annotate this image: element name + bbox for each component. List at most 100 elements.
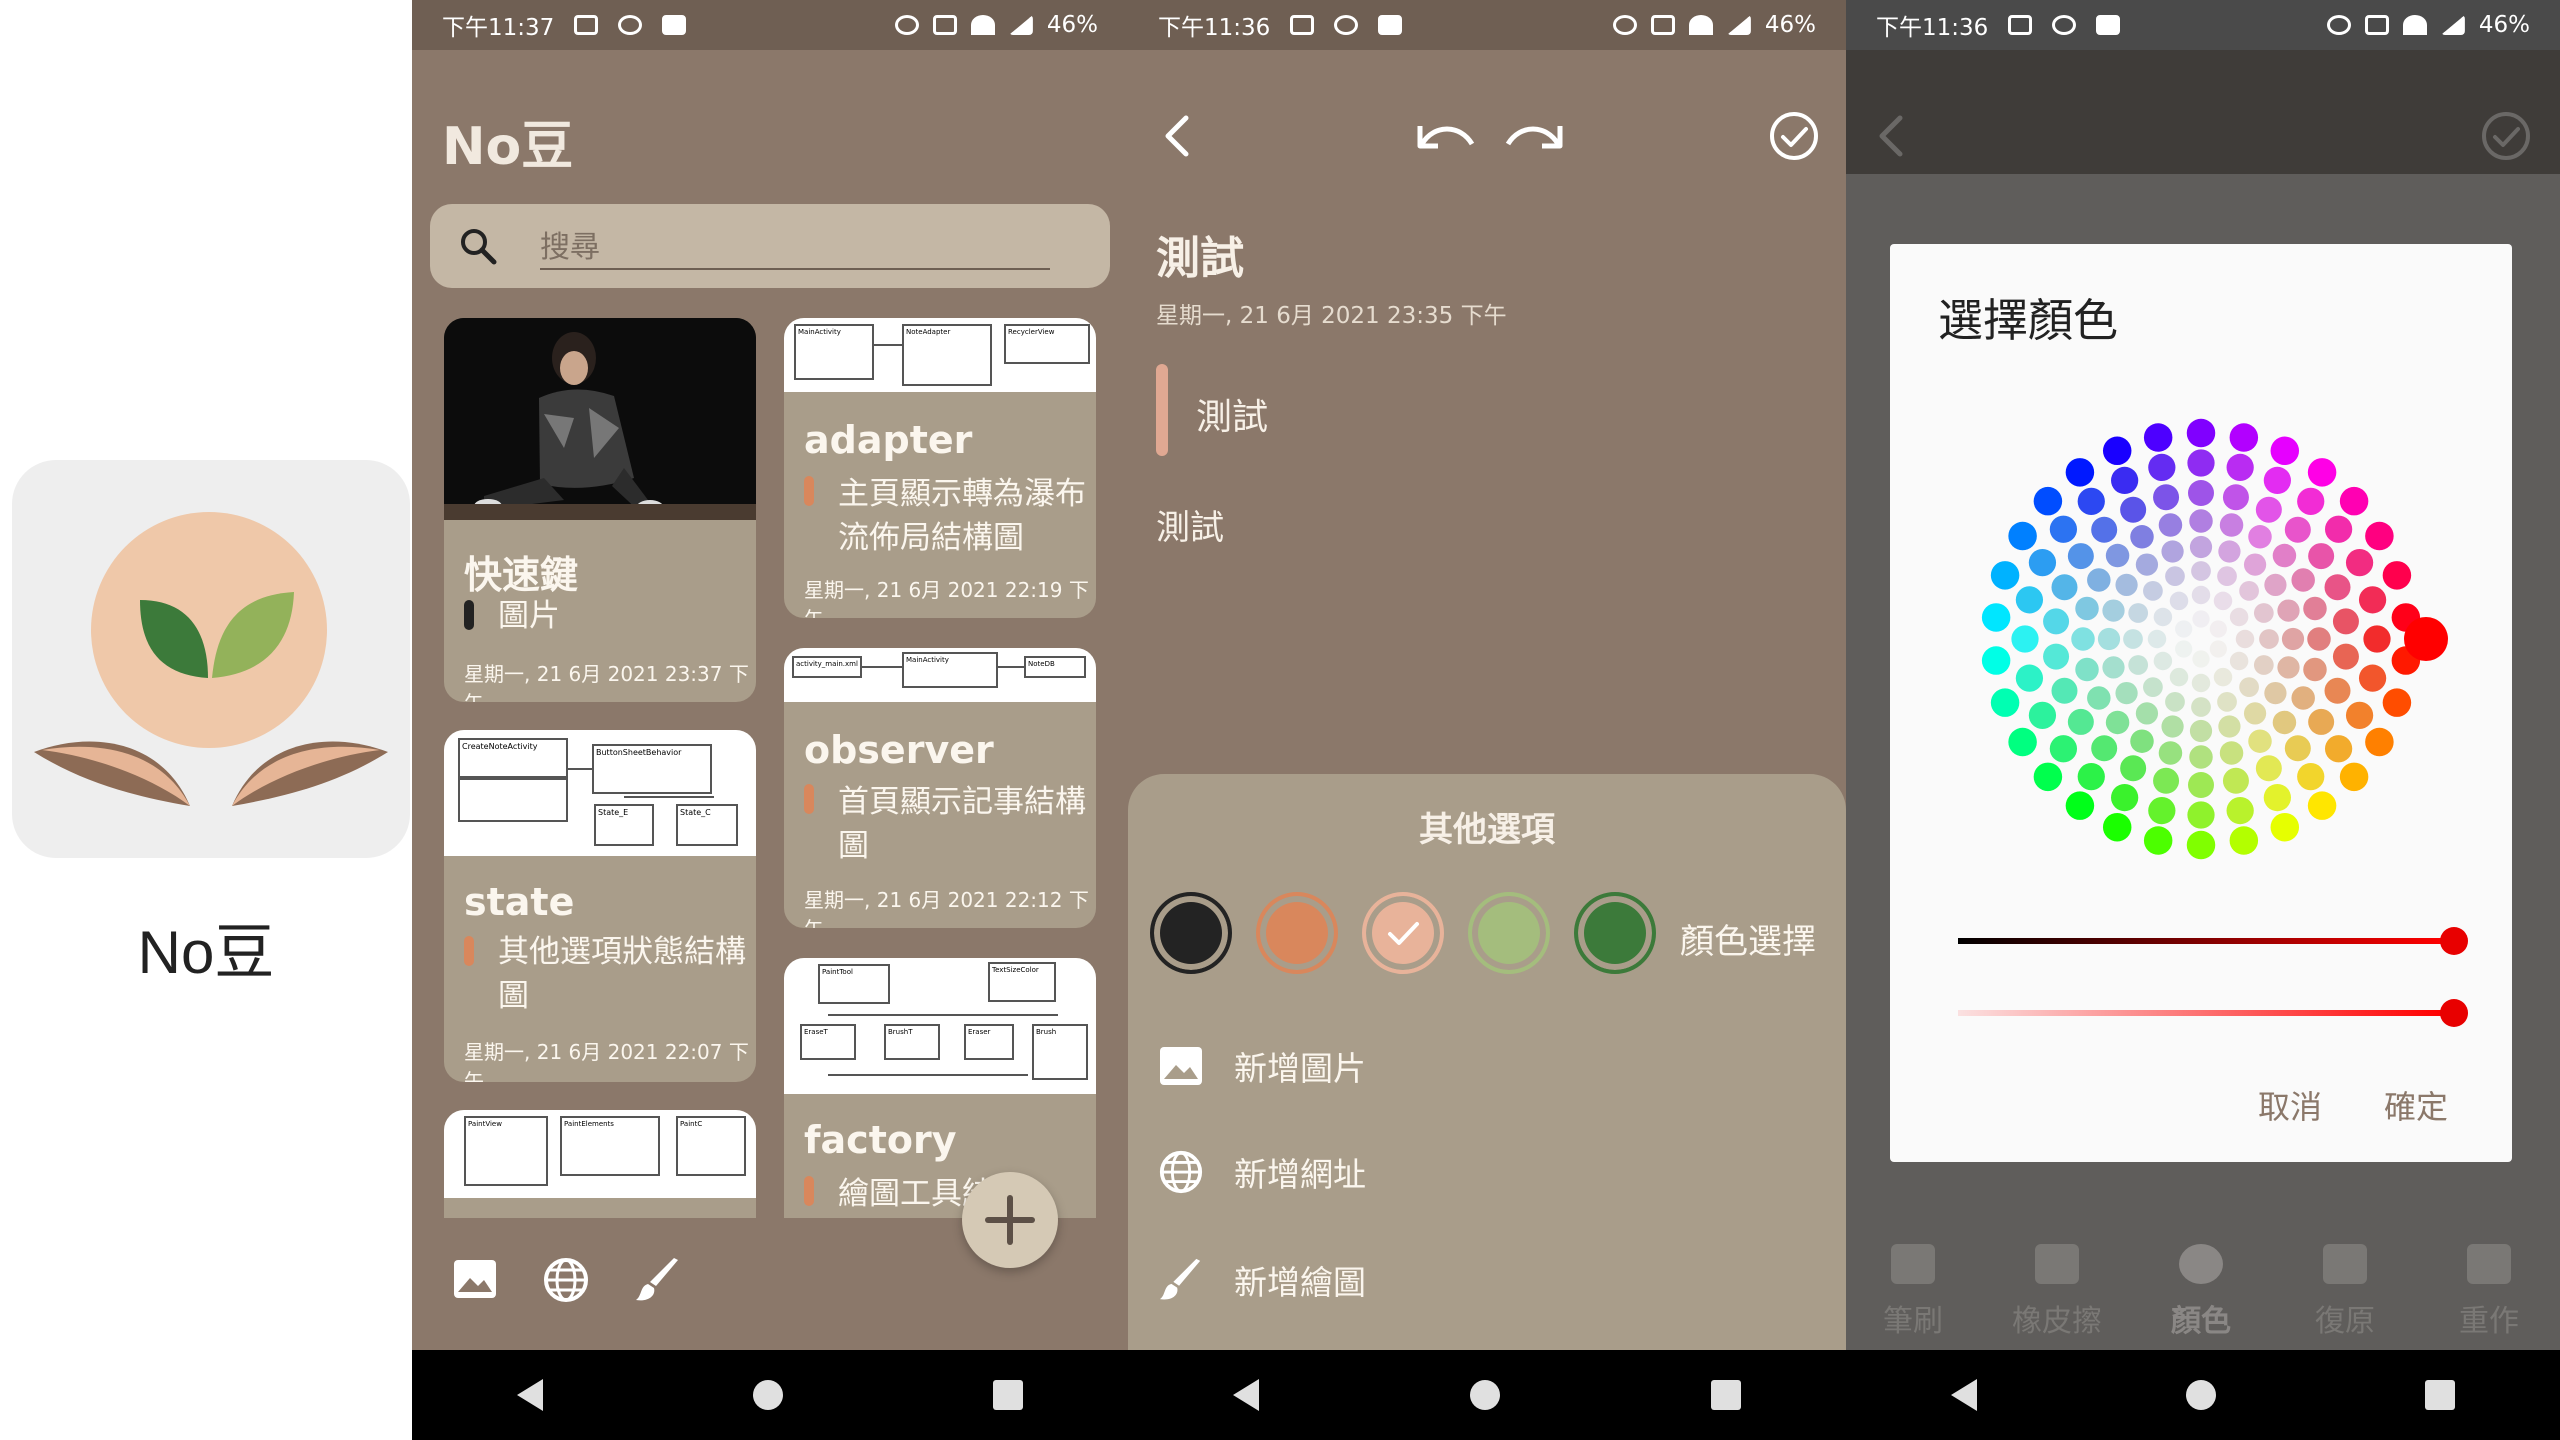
color-dot[interactable] [2153,767,2180,794]
color-dot[interactable] [2051,574,2078,601]
add-link-menu-item[interactable]: 新增網址 [1158,1148,1366,1196]
color-dot[interactable] [2324,574,2351,601]
color-swatch-peach[interactable] [1362,892,1444,974]
color-dot[interactable] [2188,772,2214,798]
color-dot[interactable] [2297,762,2325,791]
color-dot[interactable] [2175,620,2193,638]
color-dot[interactable] [2091,516,2118,543]
color-dot[interactable] [2008,521,2037,551]
color-dot[interactable] [2192,610,2210,628]
color-dot[interactable] [2102,436,2132,466]
color-dot[interactable] [2281,627,2305,651]
color-swatch-black[interactable] [1150,892,1232,974]
save-check-icon[interactable] [2480,110,2532,162]
color-dot[interactable] [2243,702,2267,725]
color-dot[interactable] [2033,486,2063,516]
undo-tool[interactable]: 復原 [2290,1244,2400,1340]
color-dot[interactable] [2332,608,2359,635]
brush-tool[interactable]: 筆刷 [1858,1244,1968,1340]
color-dot[interactable] [2277,599,2300,622]
note-card[interactable]: activity_main.xml MainActivity NoteDB ob… [784,648,1096,928]
color-dot[interactable] [2226,796,2254,825]
color-dot[interactable] [2358,664,2387,692]
nav-home-icon[interactable] [2185,1380,2216,1410]
color-dot[interactable] [2049,515,2078,543]
color-dot[interactable] [2358,586,2387,614]
color-dot[interactable] [2153,484,2180,511]
color-dot[interactable] [2308,708,2335,735]
color-dot[interactable] [2189,535,2213,559]
color-dot[interactable] [2191,673,2211,693]
color-dot[interactable] [2187,449,2215,477]
color-dot[interactable] [2382,688,2412,717]
color-dot[interactable] [2123,629,2143,649]
color-dot[interactable] [2324,515,2353,543]
color-dot[interactable] [2015,664,2044,692]
color-dot[interactable] [2270,812,2300,842]
color-dot[interactable] [2209,620,2227,638]
color-dot[interactable] [2135,553,2159,576]
color-dot[interactable] [2243,553,2267,576]
note-card[interactable]: MainActivity NoteAdapter RecyclerView ad… [784,318,1096,618]
color-dot[interactable] [2222,767,2249,794]
alpha-slider[interactable] [1958,1010,2444,1016]
color-dot[interactable] [2130,525,2154,549]
color-dot[interactable] [2120,496,2147,523]
image-icon[interactable] [452,1258,498,1300]
color-dot[interactable] [2226,453,2254,482]
color-swatch-orange[interactable] [1256,892,1338,974]
color-dot[interactable] [2165,566,2185,587]
color-dot[interactable] [2303,596,2327,621]
color-dot[interactable] [2191,697,2211,717]
confirm-button[interactable]: 確定 [2384,1082,2448,1128]
color-dot[interactable] [2307,458,2337,487]
color-dot[interactable] [2284,516,2311,543]
color-dot[interactable] [2075,657,2099,682]
brightness-slider-thumb[interactable] [2440,927,2468,955]
add-note-button[interactable] [962,1172,1058,1268]
color-dot[interactable] [2188,480,2214,506]
color-dot[interactable] [2071,627,2095,651]
nav-back-icon[interactable] [1950,1379,1977,1411]
color-dot[interactable] [2051,677,2078,704]
color-dot[interactable] [2239,677,2259,697]
save-check-icon[interactable] [1768,110,1820,162]
color-dot[interactable] [2324,677,2351,704]
color-dot[interactable] [2297,487,2325,516]
color-dot[interactable] [1990,688,2020,717]
color-dot[interactable] [2091,735,2118,762]
color-dot[interactable] [2219,513,2244,537]
color-dot[interactable] [2008,727,2037,757]
nav-recents-icon[interactable] [993,1380,1023,1410]
color-dot[interactable] [2111,783,2139,812]
color-dot[interactable] [2303,657,2327,682]
color-swatch-dark-green[interactable] [1574,892,1656,974]
color-wheel[interactable] [1946,384,2456,894]
color-dot[interactable] [2213,591,2233,611]
color-dot[interactable] [2105,543,2130,568]
color-dot[interactable] [2291,686,2315,710]
cancel-button[interactable]: 取消 [2258,1082,2322,1128]
color-dot[interactable] [2189,719,2213,743]
color-dot[interactable] [2217,691,2237,712]
color-dot[interactable] [2161,715,2184,738]
color-dot[interactable] [1981,646,2011,675]
color-dot[interactable] [2128,655,2149,675]
nav-recents-icon[interactable] [2425,1380,2456,1410]
color-dot[interactable] [2077,487,2105,516]
color-dot[interactable] [2175,640,2193,658]
color-dot[interactable] [2308,543,2335,570]
brush-icon[interactable] [634,1256,682,1304]
color-dot[interactable] [2043,608,2070,635]
color-dot[interactable] [2248,729,2272,753]
color-dot[interactable] [2363,625,2391,653]
search-input[interactable]: 搜尋 [540,222,600,266]
color-dot[interactable] [2291,568,2315,592]
color-dot[interactable] [2365,727,2394,757]
color-dot[interactable] [2253,655,2274,675]
color-dot[interactable] [2130,729,2154,753]
color-dot[interactable] [2307,791,2337,820]
back-arrow-icon[interactable] [1158,112,1198,160]
color-dot[interactable] [2065,458,2095,487]
color-dot[interactable] [2102,599,2125,622]
